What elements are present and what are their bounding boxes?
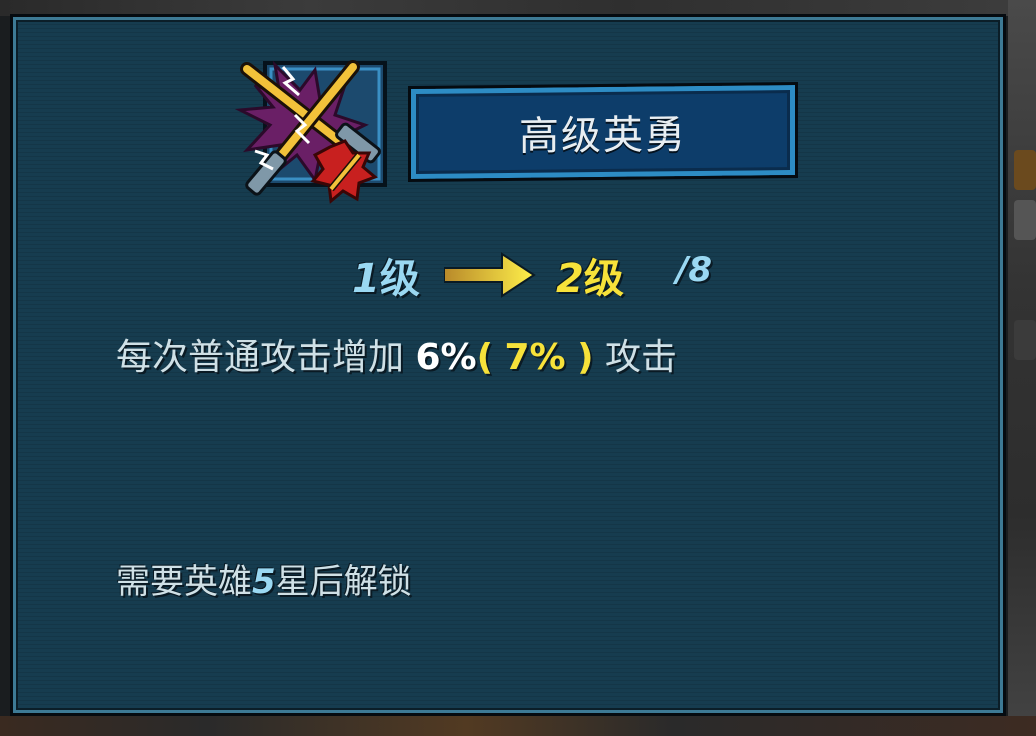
level-progress-row: 1级 2级 /8: [0, 246, 1036, 302]
next-bonus: 7%: [504, 337, 566, 378]
required-stars: 5: [252, 562, 276, 602]
current-bonus: 6%: [415, 337, 477, 378]
skill-title: 高级英勇: [519, 112, 687, 160]
background-scene-bottom: [0, 716, 1036, 736]
arrow-right-icon: [444, 252, 536, 298]
max-level: /8: [676, 250, 713, 290]
skill-description: 每次普通攻击增加 6%( 7% ) 攻击: [116, 337, 677, 378]
background-item-icon: [1014, 200, 1036, 240]
next-level: 2级: [556, 256, 624, 302]
crossed-swords-lightning-icon: [235, 60, 387, 204]
skill-title-banner: 高级英勇: [408, 81, 798, 183]
background-item-icon: [1014, 320, 1036, 360]
current-level: 1级: [352, 256, 420, 302]
background-item-icon: [1014, 150, 1036, 190]
unlock-requirement: 需要英雄5星后解锁: [116, 562, 412, 602]
background-scene-right: [1008, 0, 1036, 736]
